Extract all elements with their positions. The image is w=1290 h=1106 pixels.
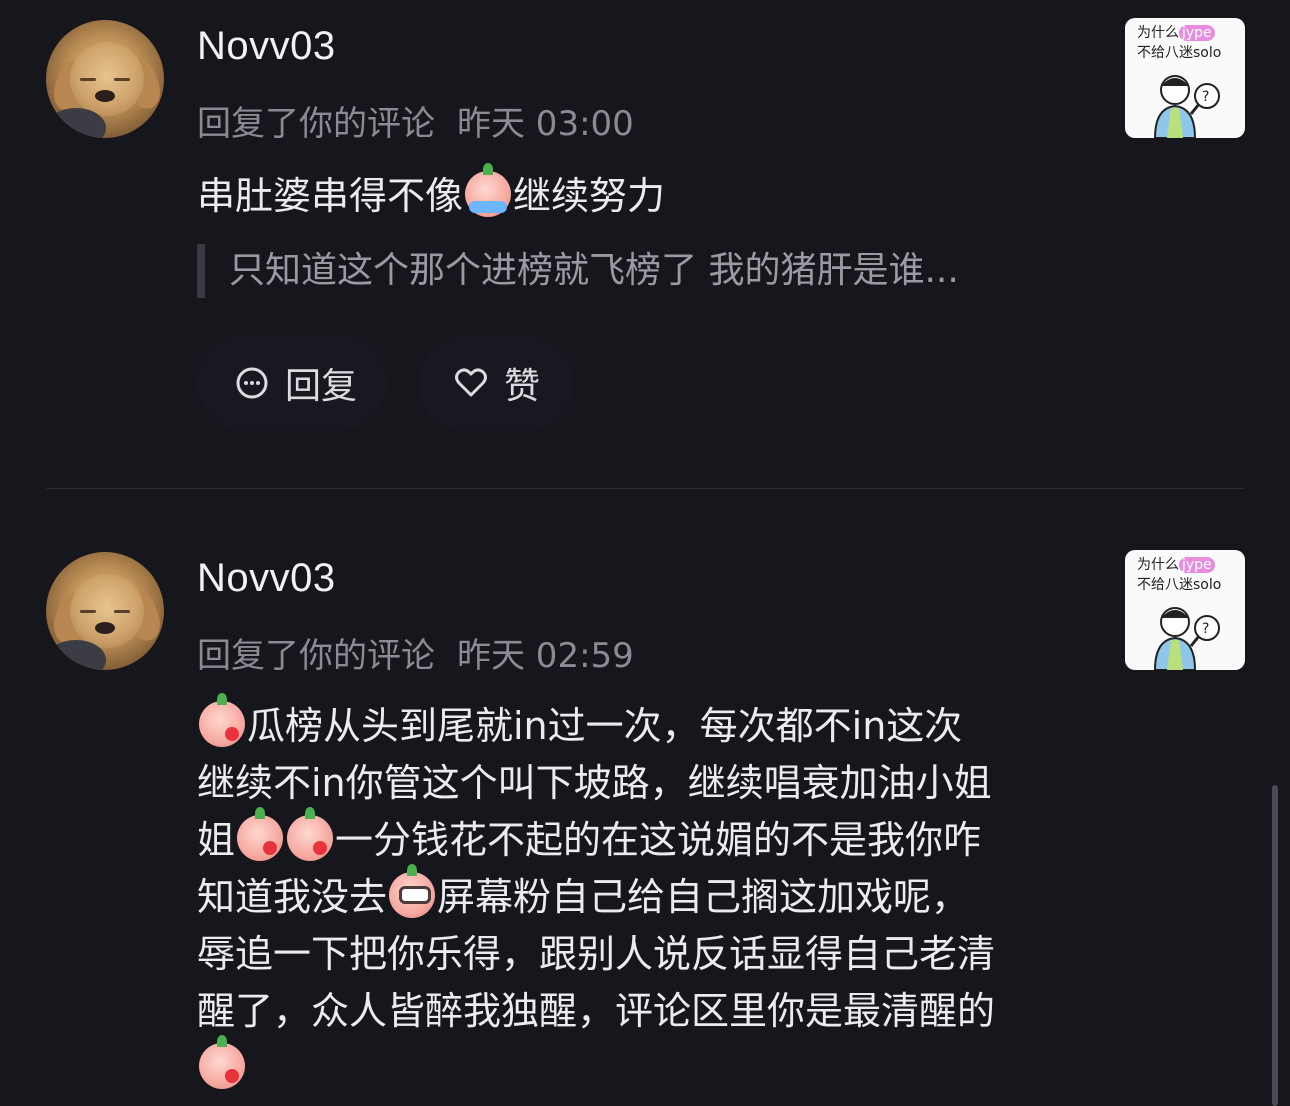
timestamp: 昨天 03:00 <box>457 104 634 144</box>
user-avatar[interactable] <box>46 20 164 138</box>
blowing-kiss-peach-emoji <box>287 807 334 861</box>
video-thumbnail[interactable]: 为什么 jype 不给八迷solo ? <box>1125 18 1245 138</box>
user-avatar[interactable] <box>46 552 164 670</box>
thumbnail-caption-line1: 为什么 jype <box>1137 22 1215 42</box>
timestamp: 昨天 02:59 <box>457 636 634 676</box>
blowing-kiss-peach-emoji <box>199 693 245 747</box>
svg-text:?: ? <box>1202 89 1209 105</box>
like-label: 赞 <box>504 366 541 407</box>
blowing-kiss-peach-emoji <box>199 1035 245 1089</box>
meta-action: 回复了你的评论 <box>197 636 435 676</box>
heart-outline-icon <box>455 368 487 397</box>
comment-text: 瓜榜从头到尾就in过一次，每次都不in这次 继续不in你管这个叫下坡路，继续唱衰… <box>197 693 1087 1097</box>
scrollbar[interactable] <box>1272 785 1278 1106</box>
video-thumbnail[interactable]: 为什么 jype 不给八迷solo ? <box>1125 550 1245 670</box>
svg-text:?: ? <box>1202 621 1209 637</box>
meta-action: 回复了你的评论 <box>197 104 435 144</box>
thumbnail-caption-line1: 为什么 jype <box>1137 554 1215 574</box>
reply-label: 回复 <box>285 366 358 407</box>
username[interactable]: Novv03 <box>197 556 336 601</box>
chat-bubble-icon <box>236 367 268 399</box>
comment-divider <box>46 488 1244 489</box>
quoted-comment[interactable]: 只知道这个那个进榜就飞榜了 我的猪肝是谁... <box>197 244 959 298</box>
username[interactable]: Novv03 <box>197 24 336 69</box>
shocked-sweat-peach-emoji <box>389 864 436 918</box>
thumbnail-caption-line2: 不给八迷solo <box>1137 577 1222 593</box>
comment-text: 串肚婆串得不像 继续努力 <box>197 163 1087 225</box>
blowing-kiss-peach-emoji <box>237 807 284 861</box>
comment-meta: 回复了你的评论 昨天 02:59 <box>197 628 634 677</box>
crying-peach-emoji <box>465 163 512 217</box>
thumbnail-caption-line2: 不给八迷solo <box>1137 45 1222 61</box>
cartoon-figure-icon: ? <box>1153 75 1220 138</box>
cartoon-figure-icon: ? <box>1153 607 1220 670</box>
like-button[interactable]: 赞 <box>418 335 573 431</box>
reply-button[interactable]: 回复 <box>197 335 387 431</box>
comment-meta: 回复了你的评论 昨天 03:00 <box>197 96 634 145</box>
